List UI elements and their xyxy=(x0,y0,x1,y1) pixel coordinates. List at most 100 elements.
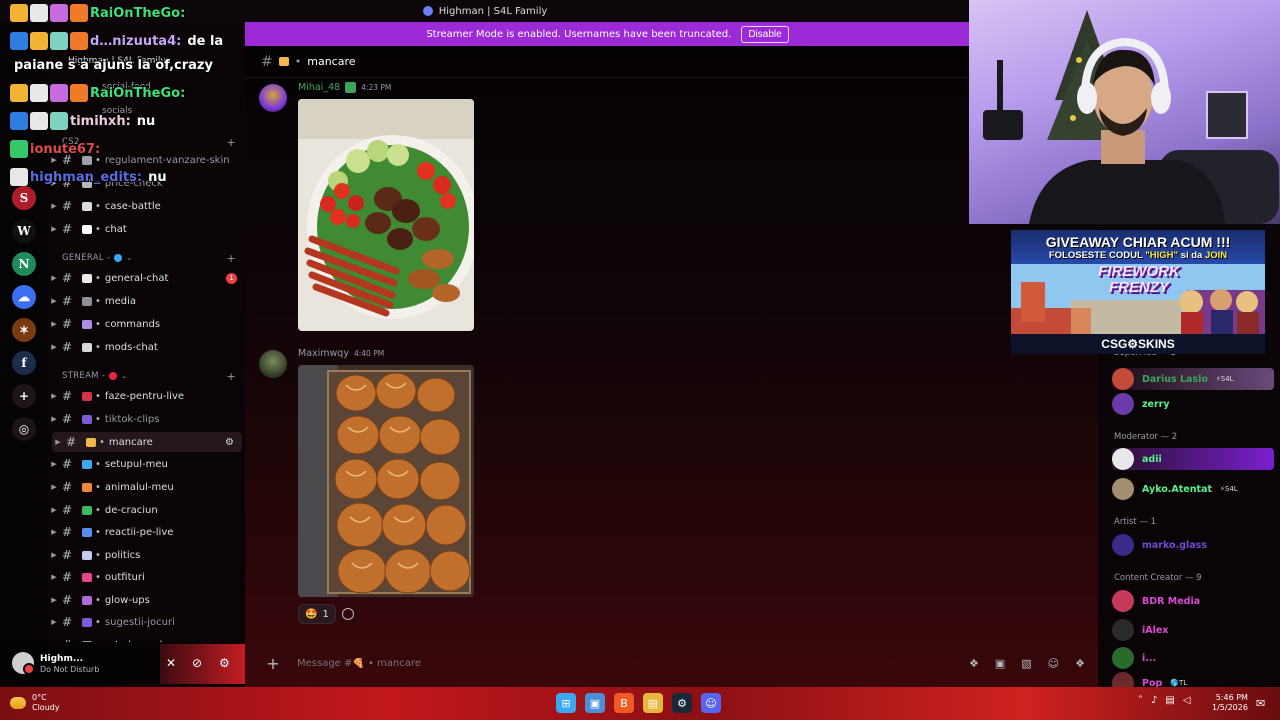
chevron-right-icon[interactable]: ▶ xyxy=(48,415,60,423)
steam-icon[interactable]: ⚙ xyxy=(672,693,692,713)
channel-case-battle[interactable]: ▶ # • case-battle xyxy=(48,196,245,216)
weather-widget[interactable]: 0°C Cloudy xyxy=(10,693,60,713)
channel-mancare[interactable]: ▶ # • mancare ⚙ xyxy=(52,432,242,452)
member-row[interactable]: Darius Laslo ⚡S4L xyxy=(1112,368,1274,390)
server-icon-f[interactable]: f xyxy=(12,351,36,375)
channel-faze-pentru-live[interactable]: ▶ # • faze-pentru-live xyxy=(48,386,245,406)
channel-setupul-meu[interactable]: ▶ # • setupul-meu xyxy=(48,454,245,474)
headphones-muted-icon[interactable]: ⊘ xyxy=(192,656,202,670)
chevron-right-icon[interactable]: ▶ xyxy=(48,202,60,210)
channel-sugestii-jocuri[interactable]: ▶ # • sugestii-jocuri xyxy=(48,612,245,632)
member-row[interactable]: iAlex xyxy=(1112,619,1274,641)
folder-icon[interactable]: ▤ xyxy=(643,693,663,713)
avatar[interactable] xyxy=(259,350,287,378)
network-icon[interactable]: ▤ xyxy=(1165,695,1174,706)
member-row[interactable]: Ayko.Atentat ⚡S4L xyxy=(1112,478,1274,500)
chevron-right-icon[interactable]: ▶ xyxy=(48,528,60,536)
chevron-right-icon[interactable]: ▶ xyxy=(48,225,60,233)
avatar[interactable] xyxy=(1112,393,1134,415)
chevron-right-icon[interactable]: ▶ xyxy=(48,460,60,468)
message-author[interactable]: Maximwqy xyxy=(298,348,349,359)
channel-outfituri[interactable]: ▶ # • outfituri xyxy=(48,567,245,587)
start-icon[interactable]: ⊞ xyxy=(556,693,576,713)
discord-icon[interactable]: ☺ xyxy=(701,693,721,713)
server-icon-star[interactable]: ✶ xyxy=(12,318,36,342)
channel-de-craciun[interactable]: ▶ # • de-craciun xyxy=(48,500,245,520)
chevron-right-icon[interactable]: ▶ xyxy=(48,297,60,305)
chevron-right-icon[interactable]: ▶ xyxy=(48,392,60,400)
chevron-right-icon[interactable]: ▶ xyxy=(48,506,60,514)
channel-animalul-meu[interactable]: ▶ # • animalul-meu xyxy=(48,477,245,497)
discover-icon[interactable]: ◎ xyxy=(12,417,36,441)
category-general[interactable]: GENERAL - ⌄ + xyxy=(62,250,242,266)
gear-icon[interactable]: ⚙ xyxy=(219,656,230,670)
food-platter-photo[interactable] xyxy=(298,99,474,331)
apps-icon[interactable]: ❖ xyxy=(1075,657,1085,670)
avatar[interactable] xyxy=(1112,448,1134,470)
channel-label: glow-ups xyxy=(104,594,150,606)
weather-cloudy-icon xyxy=(10,697,26,709)
add-channel-icon[interactable]: + xyxy=(226,252,236,265)
channel-mods-chat[interactable]: ▶ # • mods-chat xyxy=(48,337,245,357)
add-reaction-icon[interactable] xyxy=(341,608,354,620)
category-stream[interactable]: STREAM - ⌄ + xyxy=(62,368,242,384)
member-row[interactable]: BDR Media xyxy=(1112,590,1274,612)
gift-icon[interactable]: ❖ xyxy=(969,657,979,670)
member-row[interactable]: marko.glass xyxy=(1112,534,1274,556)
gif-icon[interactable]: ▣ xyxy=(995,657,1005,670)
reaction-button[interactable]: 🤩 1 xyxy=(298,604,336,624)
channel-tiktok-clips[interactable]: ▶ # • tiktok-clips xyxy=(48,409,245,429)
chevron-up-icon[interactable]: ˄ xyxy=(1138,695,1143,706)
channel-general-chat[interactable]: ▶ # • general-chat 1 xyxy=(48,268,245,288)
channel-settings-icon[interactable]: ⚙ xyxy=(225,437,234,448)
volume-icon[interactable]: ◁ xyxy=(1183,695,1191,706)
chevron-right-icon[interactable]: ▶ xyxy=(48,320,60,328)
add-server-icon[interactable]: + xyxy=(12,384,36,408)
channel-glow-ups[interactable]: ▶ # • glow-ups xyxy=(48,590,245,610)
avatar[interactable] xyxy=(259,84,287,112)
chevron-right-icon[interactable]: ▶ xyxy=(48,596,60,604)
avatar[interactable] xyxy=(1112,647,1134,669)
channel-art-channel[interactable]: ▶#•art-channel xyxy=(48,635,245,642)
clock[interactable]: 5:46 PM 1/5/2026 xyxy=(1212,693,1248,713)
server-icon-n[interactable]: N xyxy=(12,252,36,276)
bread-loaves-photo[interactable] xyxy=(298,365,474,597)
channel-politics[interactable]: ▶ # • politics xyxy=(48,545,245,565)
browser-icon[interactable]: B xyxy=(614,693,634,713)
chevron-right-icon[interactable]: ▶ xyxy=(48,274,60,282)
member-name: Ayko.Atentat xyxy=(1142,483,1212,495)
file-explorer-icon[interactable]: ▣ xyxy=(585,693,605,713)
avatar[interactable] xyxy=(1112,478,1134,500)
channel-chat[interactable]: ▶ # • chat xyxy=(48,219,245,239)
speaker-icon[interactable]: ♪ xyxy=(1151,695,1157,706)
avatar[interactable] xyxy=(12,652,35,675)
chevron-right-icon[interactable]: ▶ xyxy=(48,483,60,491)
message-input[interactable] xyxy=(297,657,897,669)
avatar[interactable] xyxy=(1112,368,1134,390)
channel-reactii-pe-live[interactable]: ▶ # • reactii-pe-live xyxy=(48,522,245,542)
add-attachment-icon[interactable]: + xyxy=(259,654,287,673)
avatar[interactable] xyxy=(1112,590,1134,612)
avatar[interactable] xyxy=(1112,534,1134,556)
avatar[interactable] xyxy=(1112,619,1134,641)
sticker-icon[interactable]: ▧ xyxy=(1021,657,1031,670)
server-icon-cloud[interactable]: ☁ xyxy=(12,285,36,309)
member-row[interactable]: zerry xyxy=(1112,393,1274,415)
chevron-right-icon[interactable]: ▶ xyxy=(48,551,60,559)
chevron-right-icon[interactable]: ▶ xyxy=(48,618,60,626)
channel-emoji-icon xyxy=(82,296,92,306)
channel-media[interactable]: ▶ # • media xyxy=(48,291,245,311)
message-author[interactable]: Mihai_48 xyxy=(298,82,340,93)
chevron-right-icon[interactable]: ▶ xyxy=(52,438,64,446)
member-row[interactable]: adii xyxy=(1112,448,1274,470)
chevron-right-icon[interactable]: ▶ xyxy=(48,343,60,351)
member-row[interactable]: i... xyxy=(1112,647,1274,669)
add-channel-icon[interactable]: + xyxy=(226,370,236,383)
emoji-icon[interactable]: ☺ xyxy=(1048,657,1059,670)
chevron-right-icon[interactable]: ▶ xyxy=(48,573,60,581)
notification-icon[interactable]: ✉ xyxy=(1256,697,1265,710)
server-icon-w[interactable]: W xyxy=(12,219,36,243)
mic-muted-icon[interactable]: ✕ xyxy=(166,656,176,670)
disable-streamer-mode-button[interactable]: Disable xyxy=(741,25,789,43)
channel-commands[interactable]: ▶ # • commands xyxy=(48,314,245,334)
